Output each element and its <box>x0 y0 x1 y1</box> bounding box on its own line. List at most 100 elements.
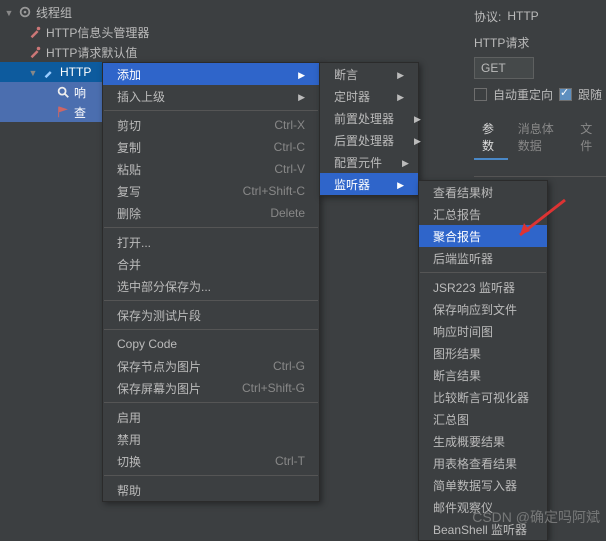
menu-item[interactable]: 插入上级 <box>103 85 319 107</box>
submenu-arrow-icon <box>377 67 404 81</box>
menu-item-label: 生成概要结果 <box>433 433 505 450</box>
follow-redirect-checkbox[interactable] <box>559 88 572 101</box>
shortcut: Ctrl+Shift-C <box>243 184 305 198</box>
menu-item[interactable]: 定时器 <box>320 85 418 107</box>
shortcut: Ctrl+Shift-G <box>242 381 305 395</box>
caret-icon[interactable] <box>4 5 14 19</box>
menu-item-label: 禁用 <box>117 431 141 448</box>
submenu-arrow-icon <box>394 111 421 125</box>
menu-item[interactable]: 简单数据写入器 <box>419 474 547 496</box>
menu-separator <box>104 110 318 111</box>
tab-files[interactable]: 文件 <box>572 116 606 160</box>
menu-item[interactable]: 帮助 <box>103 479 319 501</box>
menu-item[interactable]: 保存节点为图片 Ctrl-G <box>103 355 319 377</box>
tree-label: 线程组 <box>36 4 72 21</box>
menu-item-label: 聚合报告 <box>433 228 481 245</box>
gear-icon <box>18 5 32 19</box>
menu-item-label: 插入上级 <box>117 88 165 105</box>
menu-item[interactable]: 监听器 <box>320 173 418 195</box>
pipette-icon <box>42 65 56 79</box>
properties-panel: 协议: HTTP HTTP请求 GET 自动重定向 跟随 参数 消息体数据 文件 <box>468 0 606 177</box>
menu-item[interactable]: 聚合报告 <box>419 225 547 247</box>
menu-item-label: 选中部分保存为... <box>117 278 211 295</box>
menu-item[interactable]: 复写 Ctrl+Shift-C <box>103 180 319 202</box>
menu-item[interactable]: 后端监听器 <box>419 247 547 269</box>
menu-item[interactable]: 剪切 Ctrl-X <box>103 114 319 136</box>
shortcut: Delete <box>270 206 305 220</box>
method-combo[interactable]: GET <box>474 57 534 79</box>
tree-label: 响 <box>74 84 86 101</box>
menu-item[interactable]: 选中部分保存为... <box>103 275 319 297</box>
menu-item[interactable]: 断言 <box>320 63 418 85</box>
menu-item-label: 剪切 <box>117 117 141 134</box>
submenu-add: 断言定时器前置处理器后置处理器配置元件监听器 <box>319 62 419 196</box>
submenu-arrow-icon <box>377 177 404 191</box>
menu-item[interactable]: 切换 Ctrl-T <box>103 450 319 472</box>
menu-item[interactable]: 禁用 <box>103 428 319 450</box>
menu-item[interactable]: 后置处理器 <box>320 129 418 151</box>
wrench-icon <box>28 25 42 39</box>
menu-item-label: 复制 <box>117 139 141 156</box>
menu-item-label: 断言 <box>334 66 358 83</box>
magnifier-icon <box>56 85 70 99</box>
menu-item[interactable]: 打开... <box>103 231 319 253</box>
menu-item[interactable]: 复制Ctrl-C <box>103 136 319 158</box>
menu-item-label: 简单数据写入器 <box>433 477 517 494</box>
menu-item[interactable]: 配置元件 <box>320 151 418 173</box>
menu-separator <box>104 227 318 228</box>
menu-item[interactable]: 添加 <box>103 63 319 85</box>
menu-item-label: 配置元件 <box>334 154 382 171</box>
menu-separator <box>420 272 546 273</box>
menu-item[interactable]: 删除Delete <box>103 202 319 224</box>
menu-item[interactable]: 保存响应到文件 <box>419 298 547 320</box>
shortcut: Ctrl-V <box>274 162 305 176</box>
menu-item-label: 监听器 <box>334 176 370 193</box>
tree-item[interactable]: HTTP信息头管理器 <box>0 22 200 42</box>
menu-item-label: 保存为测试片段 <box>117 307 201 324</box>
menu-item-label: 添加 <box>117 66 141 83</box>
menu-item[interactable]: JSR223 监听器 <box>419 276 547 298</box>
auto-redirect-checkbox[interactable] <box>474 88 487 101</box>
menu-item[interactable]: 汇总报告 <box>419 203 547 225</box>
flag-icon <box>56 105 70 119</box>
menu-separator <box>104 300 318 301</box>
menu-item-label: 切换 <box>117 453 141 470</box>
menu-item[interactable]: 启用 <box>103 406 319 428</box>
menu-separator <box>104 475 318 476</box>
menu-item-label: 复写 <box>117 183 141 200</box>
menu-item-label: 后端监听器 <box>433 250 493 267</box>
menu-item-label: Copy Code <box>117 337 177 351</box>
menu-item[interactable]: Copy Code <box>103 333 319 355</box>
tab-params[interactable]: 参数 <box>474 116 508 160</box>
menu-item[interactable]: 用表格查看结果 <box>419 452 547 474</box>
menu-item-label: 响应时间图 <box>433 323 493 340</box>
menu-item-label: 保存节点为图片 <box>117 358 201 375</box>
menu-item[interactable]: 粘贴Ctrl-V <box>103 158 319 180</box>
tree-label: 查 <box>74 104 86 121</box>
tree-root[interactable]: 线程组 <box>0 2 200 22</box>
menu-item[interactable]: 合并 <box>103 253 319 275</box>
menu-item[interactable]: 前置处理器 <box>320 107 418 129</box>
menu-item-label: 查看结果树 <box>433 184 493 201</box>
tab-body[interactable]: 消息体数据 <box>510 116 570 160</box>
tree-item[interactable]: HTTP请求默认值 <box>0 42 200 62</box>
tree-label: HTTP信息头管理器 <box>46 24 149 41</box>
watermark: CSDN @确定吗阿斌 <box>472 507 600 527</box>
menu-item[interactable]: 比较断言可视化器 <box>419 386 547 408</box>
menu-separator <box>104 329 318 330</box>
shortcut: Ctrl-X <box>274 118 305 132</box>
shortcut: Ctrl-T <box>275 454 305 468</box>
submenu-arrow-icon <box>278 67 305 81</box>
menu-item[interactable]: 断言结果 <box>419 364 547 386</box>
protocol-value: HTTP <box>507 9 538 23</box>
menu-item[interactable]: 查看结果树 <box>419 181 547 203</box>
tabs: 参数 消息体数据 文件 <box>474 116 606 160</box>
menu-item[interactable]: 生成概要结果 <box>419 430 547 452</box>
caret-icon[interactable] <box>28 65 38 79</box>
menu-item[interactable]: 保存屏幕为图片Ctrl+Shift-G <box>103 377 319 399</box>
menu-item[interactable]: 响应时间图 <box>419 320 547 342</box>
menu-item[interactable]: 汇总图 <box>419 408 547 430</box>
menu-item[interactable]: 保存为测试片段 <box>103 304 319 326</box>
menu-item[interactable]: 图形结果 <box>419 342 547 364</box>
shortcut: Ctrl-G <box>273 359 305 373</box>
